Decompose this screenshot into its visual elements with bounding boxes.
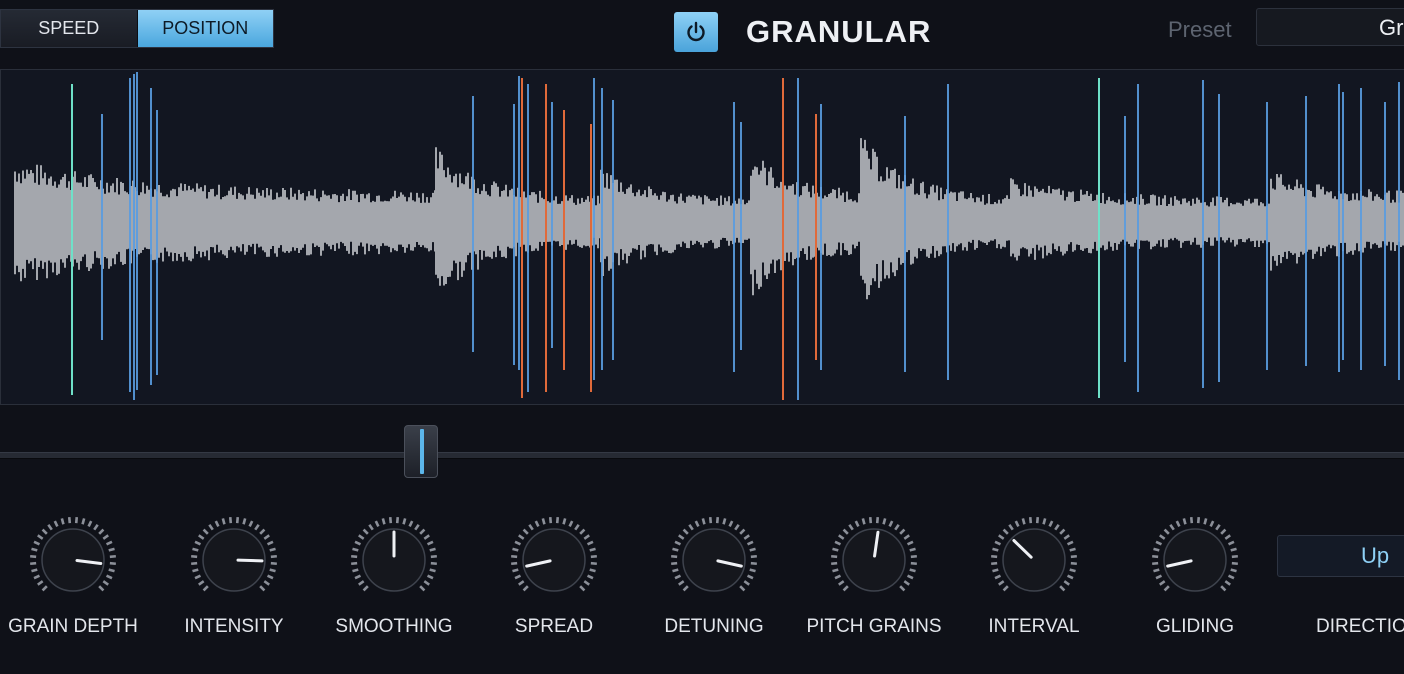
waveform-display[interactable] (0, 69, 1404, 405)
knob-grain-depth[interactable] (27, 514, 119, 606)
knob-gliding[interactable] (1149, 514, 1241, 606)
knob-label: PITCH GRAINS (806, 616, 942, 637)
knob-spread[interactable] (508, 514, 600, 606)
knob-label: SMOOTHING (335, 616, 453, 637)
plugin-title: GRANULAR (746, 14, 932, 49)
position-slider-track[interactable] (0, 452, 1404, 459)
slider-thumb-indicator (420, 429, 424, 474)
knob-graphic (831, 517, 917, 592)
power-button[interactable] (674, 12, 718, 52)
knob-pitch-grains[interactable] (828, 514, 920, 606)
knob-graphic (191, 517, 277, 592)
direction-selector[interactable]: Up (1277, 535, 1404, 577)
knob-detuning[interactable] (668, 514, 760, 606)
knob-label: INTERVAL (988, 616, 1080, 637)
knob-label: SPREAD (514, 616, 594, 637)
knob-label: GRAIN DEPTH (8, 616, 138, 637)
waveform-graphic (14, 72, 1404, 400)
knob-indicator (236, 558, 264, 563)
mode-toggle: SPEED POSITION (0, 9, 274, 48)
speed-mode-button[interactable]: SPEED (1, 10, 138, 47)
knob-label: GLIDING (1155, 616, 1235, 637)
position-slider-thumb[interactable] (404, 425, 438, 478)
position-mode-button[interactable]: POSITION (137, 10, 273, 47)
direction-label: DIRECTIO (1316, 616, 1404, 637)
knob-graphic (30, 517, 116, 592)
knob-graphic (991, 517, 1077, 592)
knob-graphic (1152, 517, 1238, 592)
knob-intensity[interactable] (188, 514, 280, 606)
preset-label: Preset (1168, 17, 1232, 42)
knob-interval[interactable] (988, 514, 1080, 606)
knob-label: INTENSITY (184, 616, 284, 637)
knob-graphic (511, 517, 597, 592)
knob-smoothing[interactable] (348, 514, 440, 606)
knob-graphic (351, 517, 437, 592)
knob-label: DETUNING (664, 616, 764, 637)
knob-graphic (671, 517, 757, 592)
power-icon (687, 21, 705, 42)
waveform-path (14, 138, 1404, 300)
preset-selector[interactable]: Gr (1256, 8, 1404, 46)
